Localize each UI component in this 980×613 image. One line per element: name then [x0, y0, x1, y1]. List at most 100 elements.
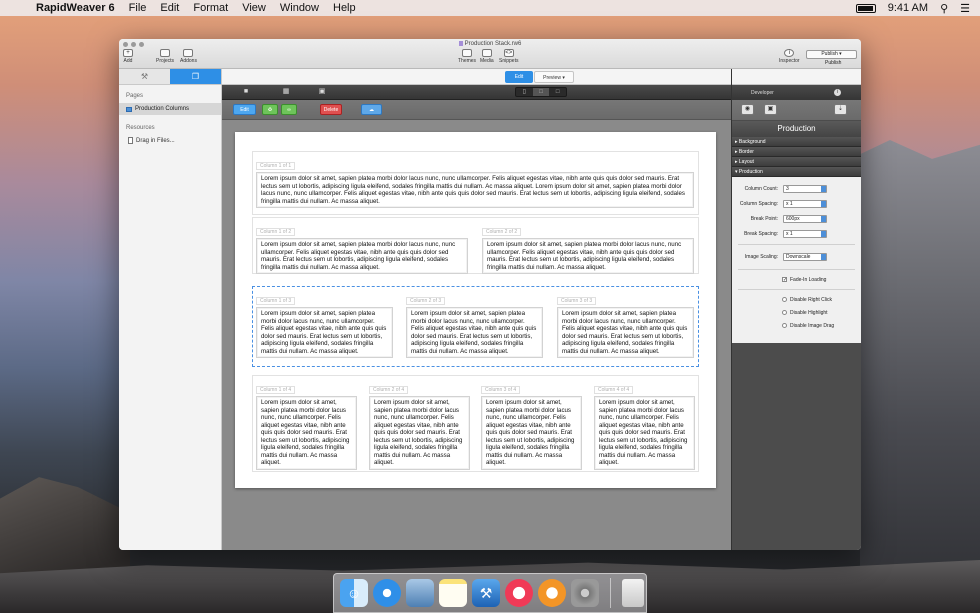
lorem-text: Lorem ipsum dolor sit amet, sapien plate…: [261, 399, 350, 466]
trash-icon[interactable]: [622, 579, 644, 607]
column-row-4[interactable]: Column 1 of 4 Lorem ipsum dolor sit amet…: [252, 375, 699, 472]
lock-icon[interactable]: ▣: [764, 104, 777, 115]
text-block[interactable]: Lorem ipsum dolor sit amet, sapien plate…: [406, 307, 543, 358]
snippets-button[interactable]: <> Snippets: [499, 49, 518, 64]
menu-edit[interactable]: Edit: [160, 2, 179, 14]
column-2-of-3[interactable]: Column 2 of 3 Lorem ipsum dolor sit amet…: [406, 293, 543, 358]
menu-window[interactable]: Window: [280, 2, 319, 14]
column-label: Column 3 of 4: [481, 386, 521, 394]
xcode-icon[interactable]: ⚒: [472, 579, 500, 607]
image-scaling-select[interactable]: Downscale: [783, 253, 827, 261]
column-1-of-1[interactable]: Column 1 of 1 Lorem ipsum dolor sit amet…: [256, 158, 694, 208]
image-icon[interactable]: ▣: [318, 88, 326, 95]
text-block[interactable]: Lorem ipsum dolor sit amet, sapien plate…: [482, 238, 694, 274]
column-row-3[interactable]: Column 1 of 3 Lorem ipsum dolor sit amet…: [252, 286, 699, 367]
mobile-width-icon[interactable]: ▯: [516, 88, 533, 96]
itunes-icon[interactable]: [505, 579, 533, 607]
section-border[interactable]: ▸ Border: [732, 147, 861, 157]
break-spacing-select[interactable]: x 1: [783, 229, 827, 238]
column-spacing-row: Column Spacing: x 1: [732, 196, 861, 211]
inspector-button[interactable]: i Inspector: [779, 49, 800, 64]
disable-image-drag-row[interactable]: Disable Image Drag: [732, 319, 861, 332]
section-background[interactable]: ▸ Background: [732, 137, 861, 147]
column-4-of-4[interactable]: Column 4 of 4 Lorem ipsum dolor sit amet…: [594, 382, 695, 470]
stack-settings-icon[interactable]: ▦: [282, 88, 290, 95]
menu-app-name[interactable]: RapidWeaver 6: [36, 2, 115, 14]
media-button[interactable]: Media: [480, 49, 494, 64]
preview-mode-tab[interactable]: Preview ▾: [534, 71, 574, 83]
disable-highlight-row[interactable]: Disable Highlight: [732, 306, 861, 319]
disable-right-click-checkbox[interactable]: [782, 297, 787, 302]
menu-view[interactable]: View: [242, 2, 266, 14]
desktop-width-icon[interactable]: □: [549, 88, 566, 96]
tab-tools[interactable]: ⚒: [119, 69, 170, 84]
delete-stack-button[interactable]: Delete: [320, 104, 342, 115]
menu-help[interactable]: Help: [333, 2, 356, 14]
section-layout[interactable]: ▸ Layout: [732, 157, 861, 167]
dock: ☺ ⚒: [333, 573, 647, 613]
text-block[interactable]: Lorem ipsum dolor sit amet, sapien plate…: [594, 396, 695, 470]
add-button[interactable]: + Add: [123, 49, 133, 64]
column-2-of-4[interactable]: Column 2 of 4 Lorem ipsum dolor sit amet…: [369, 382, 470, 470]
edit-mode-tab[interactable]: Edit: [505, 71, 533, 83]
copy-stack-button[interactable]: ♻: [262, 104, 278, 115]
column-3-of-4[interactable]: Column 3 of 4 Lorem ipsum dolor sit amet…: [481, 382, 582, 470]
column-spacing-select[interactable]: x 1: [783, 199, 827, 208]
battery-icon[interactable]: [855, 3, 876, 13]
disable-highlight-checkbox[interactable]: [782, 310, 787, 315]
inspector-top-strip: [732, 69, 861, 85]
cloud-button[interactable]: ☁: [361, 104, 382, 115]
text-block[interactable]: Lorem ipsum dolor sit amet, sapien plate…: [256, 307, 393, 358]
tab-pages[interactable]: ❐: [170, 69, 221, 84]
system-preferences-icon[interactable]: [571, 579, 599, 607]
menu-format[interactable]: Format: [193, 2, 228, 14]
clock[interactable]: 9:41 AM: [888, 2, 928, 14]
stack-edit-button[interactable]: Edit: [233, 104, 256, 115]
text-block[interactable]: Lorem ipsum dolor sit amet, sapien plate…: [369, 396, 470, 470]
column-1-of-2[interactable]: Column 1 of 2 Lorem ipsum dolor sit amet…: [256, 224, 468, 274]
column-row-1[interactable]: Column 1 of 1 Lorem ipsum dolor sit amet…: [252, 151, 699, 215]
export-icon[interactable]: ⇣: [834, 104, 847, 115]
text-block[interactable]: Lorem ipsum dolor sit amet, sapien plate…: [557, 307, 694, 358]
mode-bar: Edit Preview ▾: [222, 69, 731, 85]
notes-icon[interactable]: [439, 579, 467, 607]
preview-icon[interactable]: [406, 579, 434, 607]
publish-button[interactable]: Publish ▾: [806, 50, 857, 59]
column-count-select[interactable]: 3: [783, 184, 827, 193]
finder-icon[interactable]: ☺: [340, 579, 368, 607]
notification-center-icon[interactable]: ☰: [960, 2, 970, 15]
section-production[interactable]: ▾ Production: [732, 167, 861, 177]
fade-in-checkbox[interactable]: ✓: [782, 277, 787, 283]
paste-stack-button[interactable]: ∞: [281, 104, 297, 115]
device-width-selector[interactable]: ▯ □ □: [515, 87, 567, 97]
menu-file[interactable]: File: [129, 2, 147, 14]
safari-icon[interactable]: [373, 579, 401, 607]
editor-area: Edit Preview ▾ ■ ▦ ▣ ▯ □ □ Edit ♻ ∞ Dele…: [222, 69, 731, 550]
disable-right-click-row[interactable]: Disable Right Click: [732, 293, 861, 306]
column-1-of-4[interactable]: Column 1 of 4 Lorem ipsum dolor sit amet…: [256, 382, 357, 470]
themes-button[interactable]: Themes: [458, 49, 476, 64]
info-icon[interactable]: i: [834, 89, 841, 96]
text-block[interactable]: Lorem ipsum dolor sit amet, sapien plate…: [256, 396, 357, 470]
fade-in-loading-row[interactable]: ✓ Fade-In Loading: [732, 273, 861, 286]
resources-drop-target[interactable]: Drag in Files...: [119, 137, 221, 144]
tablet-width-icon[interactable]: □: [532, 88, 550, 96]
column-row-2[interactable]: Column 1 of 2 Lorem ipsum dolor sit amet…: [252, 217, 699, 274]
column-3-of-3[interactable]: Column 3 of 3 Lorem ipsum dolor sit amet…: [557, 293, 694, 358]
text-block[interactable]: Lorem ipsum dolor sit amet, sapien plate…: [256, 172, 694, 208]
text-block[interactable]: Lorem ipsum dolor sit amet, sapien plate…: [256, 238, 468, 274]
break-point-select[interactable]: 600px: [783, 214, 827, 223]
disable-image-drag-checkbox[interactable]: [782, 323, 787, 328]
spotlight-search-icon[interactable]: ⚲: [940, 2, 948, 15]
ibooks-icon[interactable]: [538, 579, 566, 607]
projects-button[interactable]: Projects: [156, 49, 174, 64]
column-1-of-3[interactable]: Column 1 of 3 Lorem ipsum dolor sit amet…: [256, 293, 393, 358]
eye-icon[interactable]: ◉: [741, 104, 754, 115]
text-block[interactable]: Lorem ipsum dolor sit amet, sapien plate…: [481, 396, 582, 470]
column-label: Column 3 of 3: [557, 297, 597, 305]
addons-button[interactable]: Addons: [180, 49, 197, 64]
stacks-library-icon[interactable]: ■: [242, 88, 250, 95]
column-2-of-2[interactable]: Column 2 of 2 Lorem ipsum dolor sit amet…: [482, 224, 694, 274]
sidebar-item-production-columns[interactable]: Production Columns: [119, 103, 221, 115]
inspector-label: Inspector: [779, 58, 800, 64]
